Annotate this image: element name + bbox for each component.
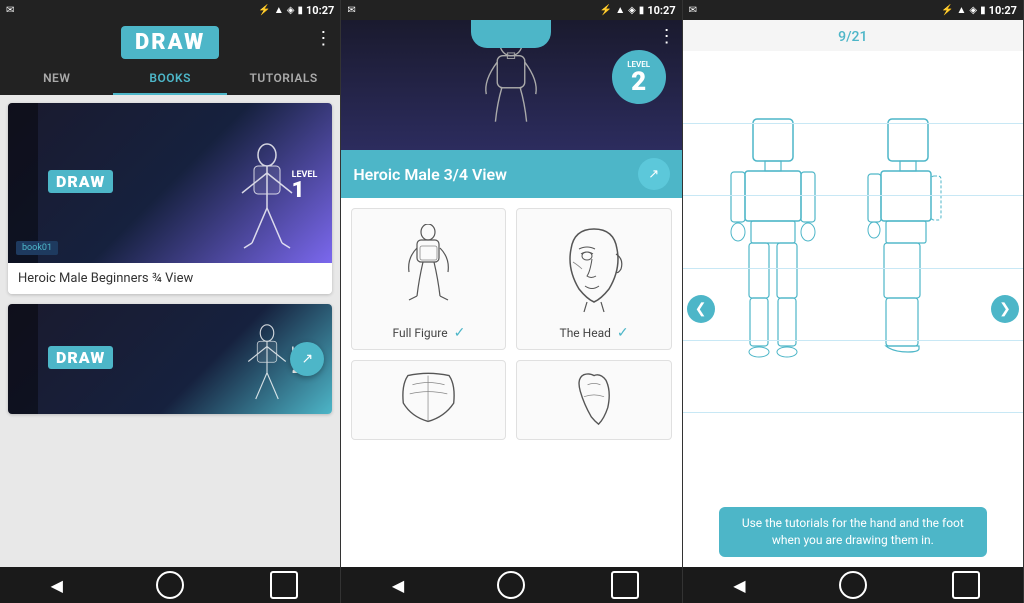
item-image-chest — [389, 371, 469, 426]
message-icon-2: ✉ — [347, 5, 355, 16]
item-footer-head: The Head ✓ — [523, 325, 664, 341]
back-button-2[interactable]: ◀ — [384, 571, 412, 599]
tab-bar: NEW BOOKS TUTORIALS — [0, 63, 340, 95]
book-cover-1: DRAW LEVEL 1 — [8, 103, 332, 263]
nav-bar-2: ◀ — [341, 567, 681, 603]
clock-3: 10:27 — [989, 4, 1017, 17]
chapter-hero: ⋮ LEVEL 2 — [341, 20, 681, 150]
tab-tutorials[interactable]: TUTORIALS — [227, 63, 340, 95]
status-icons-right: ⚡ ▲ ◈ ▮ 10:27 — [258, 4, 334, 17]
clock-2: 10:27 — [647, 4, 675, 17]
home-button[interactable] — [156, 571, 184, 599]
items-grid: Full Figure ✓ — [351, 208, 671, 440]
item-label-head: The Head — [560, 326, 611, 340]
item-image-head — [554, 219, 634, 319]
hero-notch — [471, 20, 551, 48]
check-head: ✓ — [617, 325, 629, 341]
book-title-1: Heroic Male Beginners ¾ View — [8, 263, 332, 294]
tutorial-header: 9/21 — [683, 20, 1023, 51]
wifi-icon: ◈ — [287, 5, 295, 16]
recents-button[interactable] — [270, 571, 298, 599]
status-icons-right-3: ⚡ ▲ ◈ ▮ 10:27 — [941, 4, 1017, 17]
item-the-head[interactable]: The Head ✓ — [516, 208, 671, 350]
chapter-title: Heroic Male 3/4 View — [353, 165, 507, 184]
book-draw-label-2: DRAW — [48, 346, 113, 369]
status-bar-3: ✉ ⚡ ▲ ◈ ▮ 10:27 — [683, 0, 1023, 20]
tutorial-drawing: ❮ ❯ Use the tutorials for the hand and t… — [683, 51, 1023, 567]
head-svg — [559, 224, 629, 314]
app-logo: DRAW — [121, 26, 219, 59]
more-button[interactable]: ⋮ — [314, 28, 332, 49]
status-icons-right-2: ⚡ ▲ ◈ ▮ 10:27 — [600, 4, 676, 17]
battery-icon-3: ▮ — [980, 5, 986, 16]
share-button[interactable]: ↗ — [638, 158, 670, 190]
status-bar-1: ✉ ⚡ ▲ ◈ ▮ 10:27 — [0, 0, 340, 20]
item-arms[interactable] — [516, 360, 671, 440]
tab-new[interactable]: NEW — [0, 63, 113, 95]
more-button-2[interactable]: ⋮ — [658, 26, 676, 47]
book-card-1[interactable]: DRAW LEVEL 1 — [8, 103, 332, 294]
tab-books[interactable]: BOOKS — [113, 63, 226, 95]
prev-button[interactable]: ❮ — [687, 295, 715, 323]
recents-button-2[interactable] — [611, 571, 639, 599]
book-cover-content-2: DRAW LEVEL 2 — [8, 336, 332, 383]
back-button-3[interactable]: ◀ — [725, 571, 753, 599]
book-draw-label: DRAW — [48, 170, 113, 193]
status-icons-left-2: ✉ — [347, 5, 355, 16]
level-num: 2 — [631, 69, 646, 95]
share-icon: ↗ — [301, 351, 313, 367]
level-badge: LEVEL 2 — [612, 50, 666, 104]
arms-svg — [569, 371, 619, 426]
panel-books: ✉ ⚡ ▲ ◈ ▮ 10:27 DRAW ⋮ NEW BOOKS TUTORIA… — [0, 0, 341, 603]
wifi-icon-3: ◈ — [969, 5, 977, 16]
chest-svg — [396, 371, 461, 426]
nav-bar-1: ◀ — [0, 567, 340, 603]
full-figure-svg — [401, 224, 456, 314]
item-footer-full-figure: Full Figure ✓ — [358, 325, 499, 341]
tip-text: Use the tutorials for the hand and the f… — [742, 516, 964, 547]
books-list: DRAW LEVEL 1 — [0, 95, 340, 567]
bluetooth-icon-2: ⚡ — [600, 5, 612, 16]
check-full-figure: ✓ — [454, 325, 466, 341]
book-cover-2: DRAW LEVEL 2 — [8, 304, 332, 414]
book-level-badge-1: LEVEL 1 — [292, 170, 318, 202]
book-cover-content: DRAW LEVEL 1 — [8, 160, 332, 207]
tip-box: Use the tutorials for the hand and the f… — [719, 507, 987, 557]
back-button[interactable]: ◀ — [43, 571, 71, 599]
battery-icon-2: ▮ — [639, 5, 645, 16]
next-button[interactable]: ❯ — [991, 295, 1019, 323]
item-image-full-figure — [389, 219, 469, 319]
bluetooth-icon-3: ⚡ — [941, 5, 953, 16]
chapter-title-bar: Heroic Male 3/4 View ↗ — [341, 150, 681, 198]
signal-icon-3: ▲ — [957, 5, 967, 16]
status-bar-2: ✉ ⚡ ▲ ◈ ▮ 10:27 — [341, 0, 681, 20]
battery-icon: ▮ — [297, 5, 303, 16]
item-full-figure[interactable]: Full Figure ✓ — [351, 208, 506, 350]
message-icon-3: ✉ — [689, 5, 697, 16]
nav-bar-3: ◀ — [683, 567, 1023, 603]
bluetooth-icon: ⚡ — [258, 5, 270, 16]
signal-icon: ▲ — [274, 5, 284, 16]
home-button-3[interactable] — [839, 571, 867, 599]
signal-icon-2: ▲ — [615, 5, 625, 16]
panel-tutorial: ✉ ⚡ ▲ ◈ ▮ 10:27 9/21 — [683, 0, 1024, 603]
message-icon: ✉ — [6, 5, 14, 16]
status-icons-left: ✉ — [6, 5, 14, 16]
tutorial-svg — [723, 114, 983, 454]
item-label-full-figure: Full Figure — [392, 326, 447, 340]
step-counter: 9/21 — [838, 29, 867, 45]
item-chest[interactable] — [351, 360, 506, 440]
book-tag-1: book01 — [16, 241, 58, 255]
book-card-2[interactable]: DRAW LEVEL 2 ↗ — [8, 304, 332, 414]
share-icon-2: ↗ — [648, 167, 659, 182]
status-icons-left-3: ✉ — [689, 5, 697, 16]
app-header: DRAW ⋮ NEW BOOKS TUTORIALS — [0, 20, 340, 95]
chapter-items: Full Figure ✓ — [341, 198, 681, 567]
panel-chapter: ✉ ⚡ ▲ ◈ ▮ 10:27 ⋮ LEVEL 2 — [341, 0, 682, 603]
item-image-arms — [554, 371, 634, 426]
clock: 10:27 — [306, 4, 334, 17]
recents-button-3[interactable] — [952, 571, 980, 599]
home-button-2[interactable] — [497, 571, 525, 599]
wifi-icon-2: ◈ — [628, 5, 636, 16]
